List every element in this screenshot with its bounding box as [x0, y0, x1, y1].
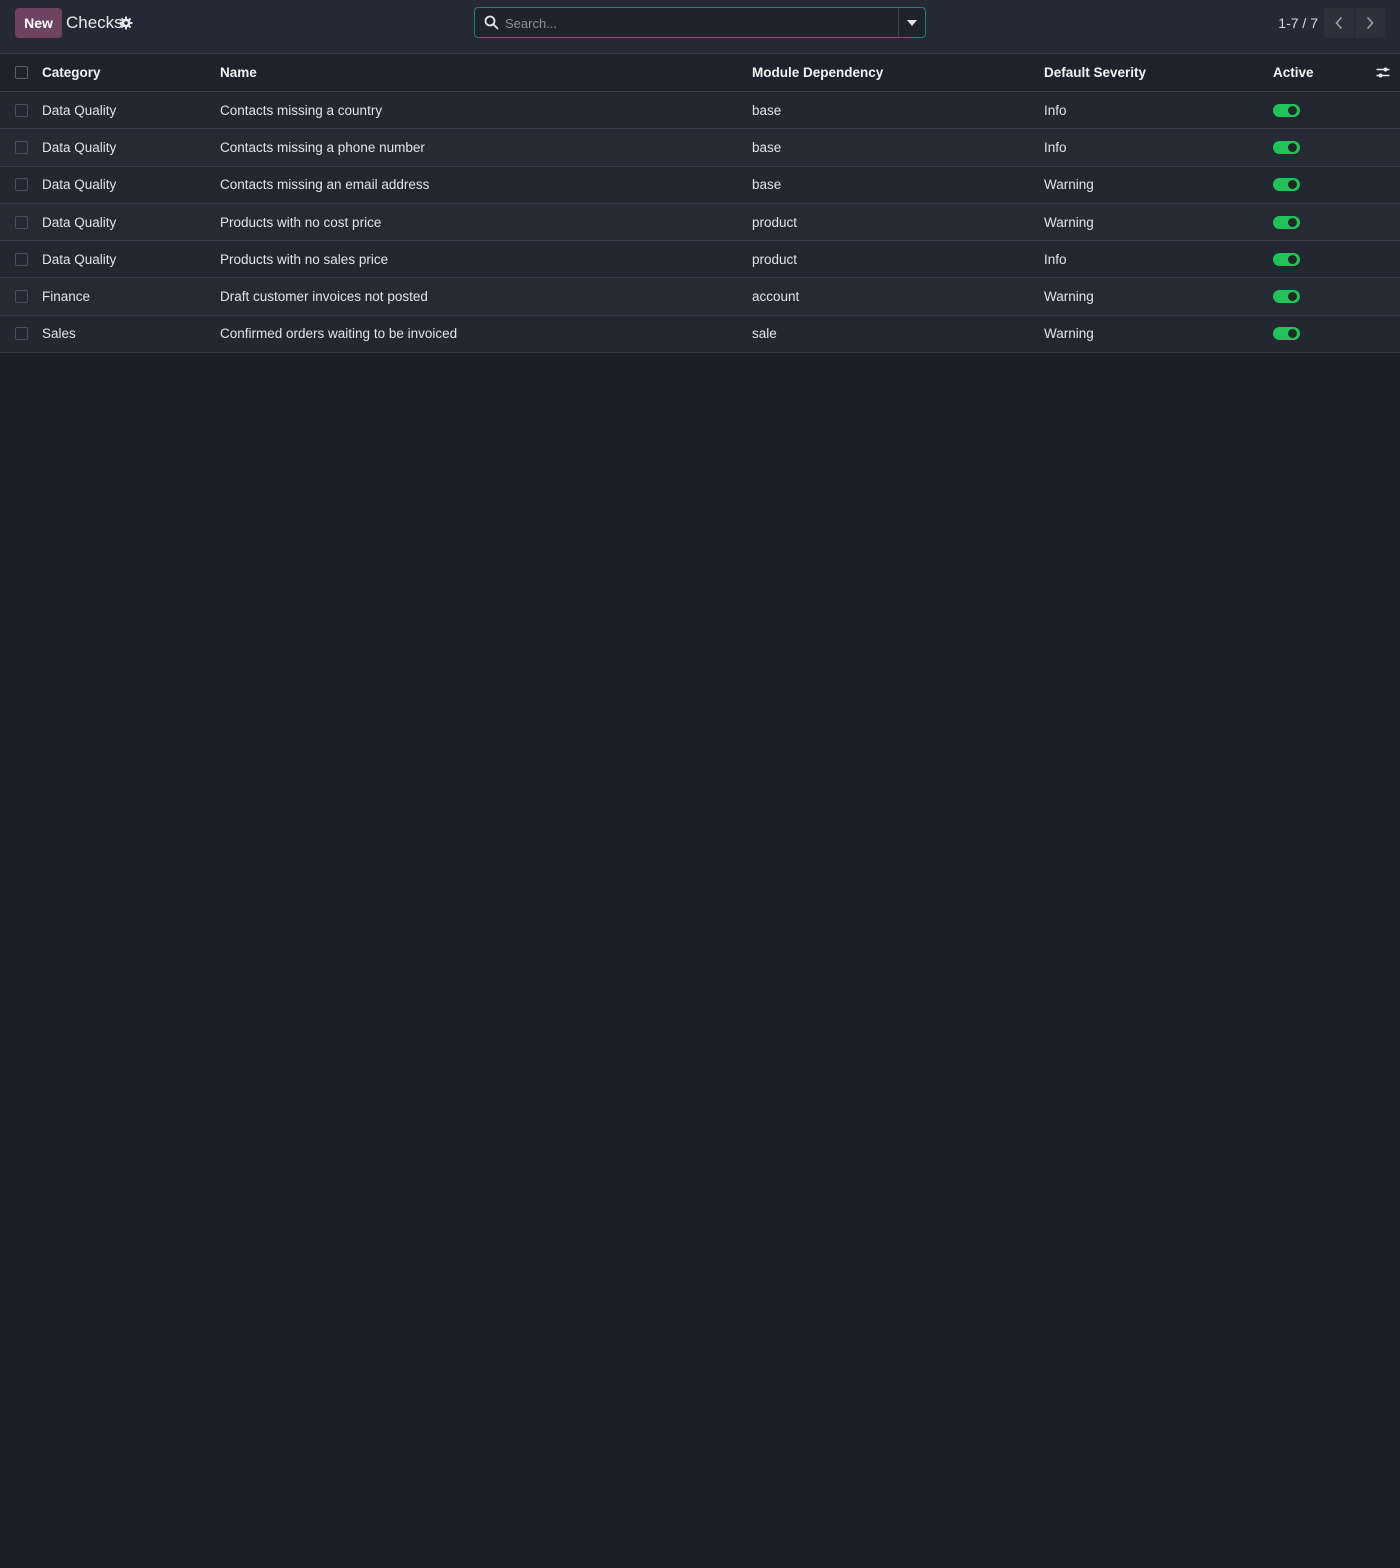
cell-name: Draft customer invoices not posted: [220, 289, 428, 305]
cell-active: [1273, 204, 1300, 240]
optional-columns-toggle[interactable]: [1376, 54, 1392, 91]
chevron-right-icon: [1366, 16, 1374, 30]
cell-name: Confirmed orders waiting to be invoiced: [220, 326, 458, 342]
cell-default-severity: Info: [1044, 139, 1067, 155]
cell-default-severity: Warning: [1044, 214, 1094, 230]
cell-category: Data Quality: [42, 102, 117, 118]
row-select-checkbox[interactable]: [15, 140, 28, 154]
pager-previous-button[interactable]: [1324, 8, 1354, 38]
cell-module-dependency: product: [752, 214, 798, 230]
column-header-default-severity[interactable]: Default Severity: [1044, 54, 1146, 91]
row-select-cell: [15, 278, 29, 314]
cell-category: Data Quality: [42, 177, 117, 193]
cell-module-dependency: account: [752, 289, 800, 305]
cell-category: Data Quality: [42, 214, 117, 230]
table-body: Data Quality Contacts missing a country ba…: [0, 92, 1400, 354]
cell-name: Contacts missing an email address: [220, 177, 430, 193]
table-row[interactable]: Data Quality Contacts missing an email ad…: [0, 166, 1400, 204]
active-toggle[interactable]: [1273, 252, 1300, 266]
row-select-checkbox[interactable]: [15, 252, 28, 266]
sliders-icon: [1376, 67, 1390, 78]
cell-name: Contacts missing a phone number: [220, 139, 425, 155]
control-panel: New Checks Search... 1-7 / 7: [0, 0, 1400, 54]
page-title: Checks: [66, 13, 123, 32]
column-header-category[interactable]: Category: [42, 54, 101, 91]
active-toggle[interactable]: [1273, 290, 1300, 304]
table-header: Category Name Module Dependency Default …: [0, 54, 1400, 92]
search-icon: [484, 15, 499, 30]
new-button[interactable]: New: [15, 8, 62, 38]
row-select-checkbox[interactable]: [15, 215, 28, 229]
row-select-checkbox[interactable]: [15, 290, 28, 304]
row-select-cell: [15, 241, 29, 277]
cell-name: Contacts missing a country: [220, 102, 383, 118]
pager-next-button[interactable]: [1355, 8, 1385, 38]
table-row[interactable]: Data Quality Contacts missing a country ba…: [0, 92, 1400, 130]
select-all-cell: [15, 54, 29, 91]
cell-active: [1273, 167, 1300, 203]
row-select-checkbox[interactable]: [15, 327, 28, 341]
cell-name: Products with no sales price: [220, 251, 389, 267]
row-select-cell: [15, 92, 29, 128]
cell-active: [1273, 316, 1300, 352]
gear-icon[interactable]: [119, 16, 133, 30]
active-toggle[interactable]: [1273, 215, 1300, 229]
row-select-cell: [15, 129, 29, 165]
cell-default-severity: Warning: [1044, 326, 1094, 342]
cell-category: Finance: [42, 289, 91, 305]
active-toggle[interactable]: [1273, 140, 1300, 154]
cell-active: [1273, 92, 1300, 128]
active-toggle[interactable]: [1273, 103, 1300, 117]
cell-category: Sales: [42, 326, 76, 342]
cell-default-severity: Warning: [1044, 177, 1094, 193]
search-box: [474, 7, 926, 38]
caret-down-icon: [907, 19, 917, 26]
cell-default-severity: Info: [1044, 102, 1067, 118]
cell-module-dependency: base: [752, 177, 782, 193]
select-all-checkbox[interactable]: [15, 66, 28, 79]
row-select-cell: [15, 316, 29, 352]
cell-module-dependency: sale: [752, 326, 777, 342]
cell-active: [1273, 278, 1300, 314]
active-toggle[interactable]: [1273, 178, 1300, 192]
row-select-checkbox[interactable]: [15, 178, 28, 192]
table-row[interactable]: Data Quality Products with no sales price…: [0, 241, 1400, 279]
search-options-toggle[interactable]: [898, 8, 925, 37]
column-header-active[interactable]: Active: [1273, 54, 1314, 91]
cell-active: [1273, 241, 1300, 277]
cell-name: Products with no cost price: [220, 214, 382, 230]
cell-module-dependency: product: [752, 251, 798, 267]
cell-category: Data Quality: [42, 251, 117, 267]
row-select-cell: [15, 167, 29, 203]
column-header-name[interactable]: Name: [220, 54, 257, 91]
table-row[interactable]: Data Quality Contacts missing a phone num…: [0, 129, 1400, 167]
chevron-left-icon: [1335, 16, 1343, 30]
cell-active: [1273, 129, 1300, 165]
checks-list: Category Name Module Dependency Default …: [0, 54, 1400, 354]
pager-value[interactable]: 1-7 / 7: [1270, 15, 1318, 31]
table-row[interactable]: Finance Draft customer invoices not poste…: [0, 278, 1400, 316]
cell-module-dependency: base: [752, 102, 782, 118]
search-input[interactable]: [505, 12, 895, 34]
cell-module-dependency: base: [752, 139, 782, 155]
table-row[interactable]: Sales Confirmed orders waiting to be invo…: [0, 315, 1400, 354]
column-header-module-dependency[interactable]: Module Dependency: [752, 54, 883, 91]
row-select-checkbox[interactable]: [15, 103, 28, 117]
cell-default-severity: Info: [1044, 251, 1067, 267]
active-toggle[interactable]: [1273, 327, 1300, 341]
row-select-cell: [15, 204, 29, 240]
cell-category: Data Quality: [42, 139, 117, 155]
table-row[interactable]: Data Quality Products with no cost price p…: [0, 203, 1400, 242]
cell-default-severity: Warning: [1044, 289, 1094, 305]
